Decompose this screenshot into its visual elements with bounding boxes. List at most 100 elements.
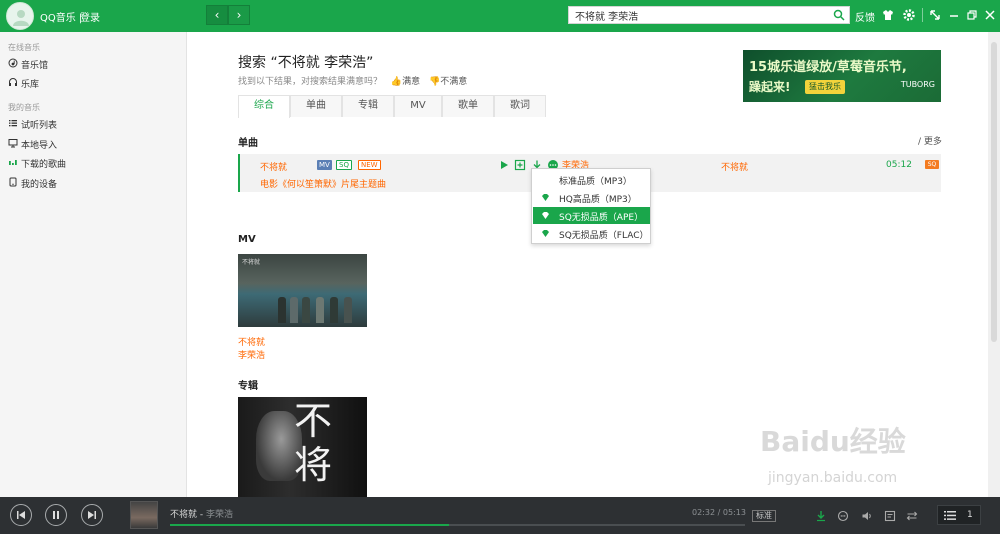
sidebar-item-library[interactable]: 乐库 bbox=[8, 75, 178, 91]
song-description: 电影《何以笙箫默》片尾主题曲 bbox=[260, 180, 387, 190]
search-input[interactable] bbox=[569, 7, 819, 23]
sidebar-item-label: 本地导入 bbox=[21, 141, 58, 151]
title-bar: QQ音乐 | 登录 ‹ › 反馈 bbox=[0, 0, 1000, 32]
quality-option-sq-flac[interactable]: SQ无损品质（FLAC） bbox=[533, 225, 650, 242]
thumbs-down-icon: 👎 bbox=[429, 77, 441, 87]
now-playing-cover[interactable] bbox=[130, 501, 158, 529]
pause-button[interactable] bbox=[45, 504, 67, 526]
gear-icon[interactable] bbox=[902, 8, 916, 22]
mv-caption: 不将就 bbox=[242, 259, 261, 266]
next-button[interactable] bbox=[81, 504, 103, 526]
sidebar: 在线音乐 音乐馆 乐库 我的音乐 试听列表 本地导入 下载的歌曲 我的设备 bbox=[0, 32, 187, 497]
feedback-link[interactable]: 反馈 bbox=[855, 9, 875, 24]
title-separator: - bbox=[197, 510, 206, 520]
tab-mv[interactable]: MV bbox=[394, 95, 442, 117]
satisfied-button[interactable]: 👍满意 bbox=[391, 77, 420, 87]
play-mode-icon[interactable] bbox=[906, 510, 918, 522]
song-album[interactable]: 不将就 bbox=[721, 160, 748, 173]
quality-option-standard[interactable]: 标准品质（MP3） bbox=[533, 171, 650, 188]
diamond-icon bbox=[542, 230, 549, 237]
quality-option-sq-ape[interactable]: SQ无损品质（APE） bbox=[533, 207, 650, 224]
tab-lyrics[interactable]: 歌词 bbox=[494, 95, 546, 117]
back-button[interactable]: ‹ bbox=[206, 5, 228, 25]
mv-section-title: MV bbox=[238, 234, 256, 245]
previous-button[interactable] bbox=[10, 504, 32, 526]
add-to-list-icon[interactable] bbox=[514, 159, 526, 171]
banner-cta: 猛击我乐 bbox=[805, 80, 845, 94]
player-bar: 不将就 - 李荣浩 02:32 / 05:13 标准 1 bbox=[0, 497, 1000, 534]
download-icon[interactable] bbox=[815, 510, 827, 522]
mv-thumbnail[interactable]: 不将就 bbox=[238, 254, 367, 327]
song-name[interactable]: 不将就 bbox=[260, 160, 287, 173]
tab-playlists[interactable]: 歌单 bbox=[442, 95, 494, 117]
music-hall-icon bbox=[8, 58, 18, 68]
close-icon[interactable] bbox=[983, 8, 997, 22]
mv-title[interactable]: 不将就 bbox=[238, 335, 265, 348]
quality-badge: SQ bbox=[925, 160, 939, 169]
device-icon bbox=[9, 177, 17, 187]
play-icon[interactable] bbox=[498, 159, 510, 171]
restore-icon[interactable] bbox=[965, 8, 979, 22]
sidebar-item-trial-list[interactable]: 试听列表 bbox=[8, 116, 178, 132]
headphones-icon bbox=[9, 78, 17, 86]
avatar[interactable] bbox=[6, 2, 34, 30]
chevron-left-icon: ‹ bbox=[214, 8, 220, 22]
diamond-icon bbox=[542, 212, 549, 219]
mv-artist[interactable]: 李荣浩 bbox=[238, 348, 265, 361]
minimize-icon[interactable] bbox=[947, 8, 961, 22]
mini-mode-icon[interactable] bbox=[928, 8, 942, 22]
scrollbar[interactable] bbox=[988, 32, 1000, 497]
skin-icon[interactable] bbox=[881, 8, 895, 22]
album-cover-text: 不将 bbox=[294, 399, 333, 487]
sidebar-item-music-hall[interactable]: 音乐馆 bbox=[8, 56, 178, 72]
sidebar-item-my-devices[interactable]: 我的设备 bbox=[8, 175, 178, 191]
search-icon[interactable] bbox=[833, 9, 845, 21]
progress-bar[interactable] bbox=[170, 524, 745, 526]
watermark: Baidu经验 bbox=[760, 425, 906, 458]
promo-banner[interactable]: 15城乐道绿放/草莓音乐节, 躁起来! 猛击我乐 TUBORG bbox=[743, 50, 941, 102]
user-icon bbox=[13, 10, 29, 26]
tab-albums[interactable]: 专辑 bbox=[342, 95, 394, 117]
quality-option-hq[interactable]: HQ高品质（MP3） bbox=[533, 189, 650, 206]
quality-option-label: 标准品质（MP3） bbox=[559, 177, 632, 187]
result-tabs: 综合 单曲 专辑 MV 歌单 歌词 bbox=[238, 95, 546, 118]
mv-figure bbox=[344, 297, 352, 323]
pause-icon bbox=[53, 511, 59, 519]
tab-overview[interactable]: 综合 bbox=[238, 95, 290, 118]
playlist-count: 1 bbox=[967, 510, 973, 520]
unsatisfied-button[interactable]: 👎不满意 bbox=[429, 77, 467, 87]
songs-section-title: 单曲 bbox=[238, 138, 258, 149]
sidebar-item-local-import[interactable]: 本地导入 bbox=[8, 136, 178, 152]
mv-figure bbox=[278, 297, 286, 323]
mv-badge[interactable]: MV bbox=[317, 160, 332, 170]
tab-songs[interactable]: 单曲 bbox=[290, 95, 342, 117]
quality-selector[interactable]: 标准 bbox=[752, 510, 776, 522]
sidebar-item-label: 试听列表 bbox=[21, 121, 58, 131]
now-playing-title: 不将就 - 李荣浩 bbox=[170, 507, 233, 520]
page-title: 搜索 “不将就 李荣浩” bbox=[238, 55, 374, 71]
now-playing-artist[interactable]: 李荣浩 bbox=[206, 510, 233, 520]
sidebar-section-mine: 我的音乐 bbox=[8, 103, 40, 112]
song-duration: 05:12 bbox=[886, 160, 912, 170]
sidebar-item-downloads[interactable]: 下载的歌曲 bbox=[8, 155, 178, 171]
quality-option-label: SQ无损品质（APE） bbox=[559, 213, 644, 223]
download-bars-icon bbox=[9, 160, 17, 165]
search-feedback: 找到以下结果，对搜索结果满意吗？ 👍满意 👎不满意 bbox=[238, 74, 467, 87]
mv-figure bbox=[302, 297, 310, 323]
download-quality-menu: 标准品质（MP3） HQ高品质（MP3） SQ无损品质（APE） SQ无损品质（… bbox=[531, 168, 651, 244]
lyrics-icon[interactable] bbox=[884, 510, 896, 522]
comment-icon[interactable] bbox=[837, 510, 849, 522]
album-cover[interactable]: 不将 bbox=[238, 397, 367, 497]
scrollbar-thumb[interactable] bbox=[991, 42, 997, 342]
more-link[interactable]: / 更多 bbox=[918, 134, 942, 147]
sidebar-section-online: 在线音乐 bbox=[8, 43, 40, 52]
volume-icon[interactable] bbox=[861, 510, 873, 522]
now-playing-song[interactable]: 不将就 bbox=[170, 510, 197, 520]
banner-sponsor: TUBORG bbox=[900, 80, 935, 89]
forward-button[interactable]: › bbox=[228, 5, 250, 25]
watermark-url: jingyan.baidu.com bbox=[768, 470, 898, 486]
playlist-button[interactable]: 1 bbox=[937, 505, 981, 525]
login-link[interactable]: 登录 bbox=[80, 9, 100, 24]
diamond-icon bbox=[542, 194, 549, 201]
new-badge: NEW bbox=[358, 160, 381, 170]
